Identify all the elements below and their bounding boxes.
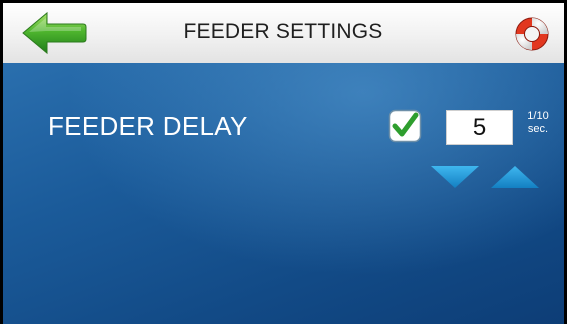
- feeder-delay-label: FEEDER DELAY: [48, 111, 248, 141]
- feeder-delay-value[interactable]: 5: [446, 110, 513, 145]
- unit-label: 1/10 sec.: [523, 110, 553, 136]
- feeder-delay-checkbox[interactable]: [388, 109, 422, 143]
- decrease-button[interactable]: [430, 165, 480, 189]
- header-bar: FEEDER SETTINGS: [3, 3, 564, 63]
- life-ring-icon: [515, 17, 549, 51]
- unit-label-line2: sec.: [527, 123, 549, 135]
- back-arrow-icon: [22, 11, 87, 55]
- back-button[interactable]: [21, 11, 87, 55]
- triangle-up-icon: [491, 166, 539, 188]
- unit-label-line1: 1/10: [527, 110, 549, 122]
- page-title: FEEDER SETTINGS: [183, 20, 383, 43]
- help-button[interactable]: [514, 16, 550, 52]
- settings-panel: FEEDER DELAY 5 1/10 sec.: [3, 63, 564, 324]
- screen-frame: FEEDER SETTINGS FEEDER DELAY 5 1/10 sec.: [0, 0, 567, 324]
- checkmark-icon: [388, 109, 422, 143]
- triangle-down-icon: [431, 166, 479, 188]
- increase-button[interactable]: [490, 165, 540, 189]
